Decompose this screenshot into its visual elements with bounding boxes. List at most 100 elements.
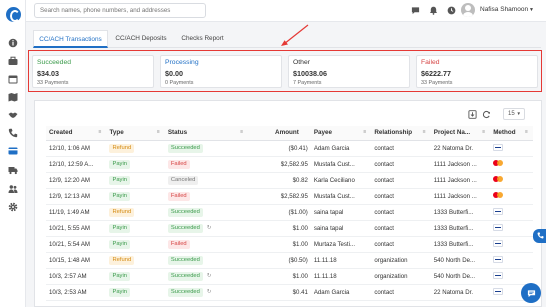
cell-status: Succeeded ↻: [164, 268, 249, 285]
phone-icon[interactable]: [8, 128, 18, 138]
column-header-payee[interactable]: Payee ≡: [310, 126, 372, 141]
summary-card-failed[interactable]: Failed $6222.77 33 Payments: [416, 55, 538, 88]
tab-cc-ach-deposits[interactable]: CC/ACH Deposits: [111, 30, 171, 48]
status-badge: Failed: [167, 239, 190, 249]
annotation-arrow-icon: [281, 24, 309, 46]
summary-label: Processing: [165, 59, 199, 66]
table-row[interactable]: 12/9, 12:13 AM Payin Failed $2,582.95 Mustaf…: [46, 188, 533, 205]
column-header-amount[interactable]: Amount: [248, 126, 311, 141]
table-row[interactable]: 10/21, 5:54 AM Payin Failed $1.00 Murtaza Te…: [46, 236, 533, 253]
refresh-status-icon[interactable]: ↻: [207, 289, 212, 295]
cell-status: Failed: [164, 236, 249, 253]
cell-payee[interactable]: 11.11.18: [310, 268, 372, 285]
column-header-type[interactable]: Type ≡: [106, 126, 165, 141]
cell-payee[interactable]: Mustafa Cust...: [310, 188, 372, 205]
gear-icon[interactable]: [8, 202, 18, 212]
cell-created: 12/9, 12:20 AM: [46, 172, 107, 189]
cell-project[interactable]: 1333 Butterfi...: [430, 220, 491, 237]
chevron-down-icon[interactable]: ▼: [529, 7, 534, 13]
cell-project[interactable]: 1111 Jackson ...: [430, 172, 491, 189]
visa-card-icon: [493, 271, 504, 279]
type-badge: Payin: [109, 175, 130, 185]
summary-card-succeeded[interactable]: Succeeded $34.03 33 Payments: [32, 55, 154, 88]
column-header-status[interactable]: Status ≡: [164, 126, 249, 141]
cell-status: Failed: [164, 188, 249, 205]
phone-dialer-button[interactable]: [533, 229, 546, 243]
table-row[interactable]: 12/10, 1:06 AM Refund Succeeded ($0.41) Adam…: [46, 140, 533, 157]
table-row[interactable]: 12/10, 12:59 A... Payin Failed $2,582.95 Mus…: [46, 156, 533, 173]
column-menu-icon: ≡: [482, 129, 486, 135]
summary-card-other[interactable]: Other $10038.06 7 Payments: [288, 55, 410, 88]
type-badge: Refund: [109, 207, 135, 217]
page-size-select[interactable]: 15 ▼: [503, 108, 525, 120]
visa-card-icon: [493, 223, 504, 231]
top-bar: Nafisa Shamoon ▼: [26, 0, 546, 22]
cell-payee[interactable]: saina tapal: [310, 204, 372, 221]
column-header-created[interactable]: Created ≡: [46, 126, 107, 141]
cell-project[interactable]: 1333 Butterfi...: [430, 236, 491, 253]
clock-icon[interactable]: [447, 6, 456, 15]
table-row[interactable]: 10/3, 2:57 AM Payin Succeeded ↻ $1.00 11.11.1…: [46, 268, 533, 285]
cell-relationship: contact: [371, 220, 431, 237]
type-badge: Refund: [109, 143, 135, 153]
cell-project[interactable]: 1111 Jackson ...: [430, 156, 491, 173]
column-menu-icon: ≡: [525, 129, 528, 135]
column-menu-icon: ≡: [98, 129, 102, 135]
summary-count: 0 Payments: [165, 80, 194, 86]
table-header-row: Created ≡ Type ≡ Status ≡ Amount Payee ≡ Rel…: [46, 126, 533, 141]
table-row[interactable]: 10/21, 5:55 AM Payin Succeeded ↻ $1.00 saina …: [46, 220, 533, 237]
status-badge: Succeeded: [167, 271, 203, 281]
cell-project[interactable]: 540 North De...: [430, 268, 491, 285]
column-header-project-name[interactable]: Project Na... ≡: [430, 126, 491, 141]
cell-payee[interactable]: Adam Garcia: [310, 284, 372, 301]
table-row[interactable]: 11/19, 1:49 AM Refund Succeeded ($1.00) sain…: [46, 204, 533, 221]
table-row[interactable]: 10/15, 1:48 AM Refund Succeeded ($0.50) 11.1…: [46, 252, 533, 269]
chat-support-button[interactable]: [521, 283, 541, 303]
transactions-table: Created ≡ Type ≡ Status ≡ Amount Payee ≡ Rel…: [46, 126, 533, 301]
cell-payee[interactable]: saina tapal: [310, 220, 372, 237]
handshake-icon[interactable]: [8, 110, 18, 120]
cell-payee[interactable]: Karla Ceciliano: [310, 172, 372, 189]
cell-project[interactable]: 1111 Jackson ...: [430, 188, 491, 205]
tab-checks-report[interactable]: Checks Report: [175, 30, 230, 48]
column-header-relationship[interactable]: Relationship ≡: [371, 126, 431, 141]
truck-icon[interactable]: [8, 165, 18, 175]
search-input[interactable]: [34, 3, 206, 18]
refresh-status-icon[interactable]: ↻: [207, 273, 212, 279]
summary-count: 33 Payments: [37, 80, 69, 86]
cell-type: Payin: [106, 156, 165, 173]
cell-project[interactable]: 540 North De...: [430, 252, 491, 269]
users-icon[interactable]: [8, 184, 18, 194]
cell-payee[interactable]: 11.11.18: [310, 252, 372, 269]
cell-project[interactable]: 22 Natoma Dr.: [430, 284, 491, 301]
refresh-icon[interactable]: [482, 110, 491, 119]
map-icon[interactable]: [8, 92, 18, 102]
cell-amount: $0.82: [248, 172, 311, 189]
calendar-icon[interactable]: [8, 74, 18, 84]
mastercard-icon: [493, 191, 504, 199]
cell-payee[interactable]: Mustafa Cust...: [310, 156, 372, 173]
column-menu-icon: ≡: [422, 129, 426, 135]
credit-card-icon[interactable]: [8, 146, 18, 156]
info-icon[interactable]: [8, 38, 18, 48]
cell-project[interactable]: 1333 Butterfi...: [430, 204, 491, 221]
cell-project[interactable]: 22 Natoma Dr.: [430, 140, 491, 157]
chat-icon[interactable]: [411, 6, 420, 15]
cell-created: 10/21, 5:55 AM: [46, 220, 107, 237]
table-row[interactable]: 10/3, 2:53 AM Payin Succeeded ↻ $0.41 Adam Ga…: [46, 284, 533, 301]
tab-cc-ach-transactions[interactable]: CC/ACH Transactions: [33, 30, 108, 48]
status-badge: Succeeded: [167, 255, 203, 265]
user-name[interactable]: Nafisa Shamoon: [480, 6, 528, 13]
cell-amount: ($0.50): [248, 252, 311, 269]
table-row[interactable]: 12/9, 12:20 AM Payin Canceled $0.82 Karla Ce…: [46, 172, 533, 189]
cell-payee[interactable]: Murtaza Testi...: [310, 236, 372, 253]
briefcase-icon[interactable]: [8, 56, 18, 66]
column-header-method[interactable]: Method ≡: [490, 126, 533, 141]
bell-icon[interactable]: [429, 6, 438, 15]
cell-payee[interactable]: Adam Garcia: [310, 140, 372, 157]
avatar[interactable]: [461, 3, 475, 17]
export-icon[interactable]: [468, 110, 477, 119]
app-logo[interactable]: [6, 7, 21, 22]
summary-card-processing[interactable]: Processing $0.00 0 Payments: [160, 55, 282, 88]
refresh-status-icon[interactable]: ↻: [207, 225, 212, 231]
